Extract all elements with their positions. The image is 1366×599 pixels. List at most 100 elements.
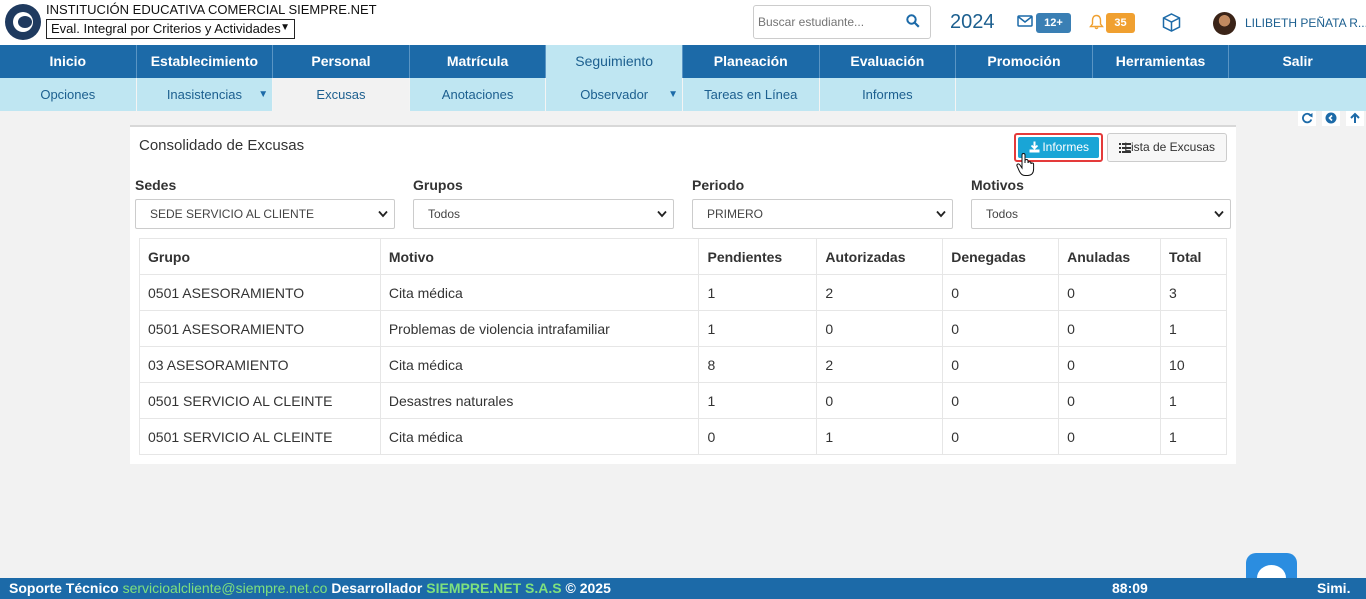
cell-motivo: Problemas de violencia intrafamiliar [379, 310, 700, 347]
excusas-table: Grupo Motivo Pendientes Autorizadas Dene… [139, 238, 1227, 455]
table-row: 0501 ASESORAMIENTO Problemas de violenci… [139, 310, 1227, 347]
support-email-link[interactable]: servicioalcliente@siempre.net.co [123, 580, 328, 596]
cell-grupo: 0501 ASESORAMIENTO [139, 274, 381, 311]
footer: Soporte Técnico servicioalcliente@siempr… [0, 578, 1366, 599]
refresh-icon[interactable] [1298, 111, 1316, 126]
nav-matricula[interactable]: Matrícula [410, 45, 547, 78]
lista-excusas-button[interactable]: Lista de Excusas [1107, 133, 1227, 162]
hand-cursor-icon [1016, 153, 1035, 176]
cell-grupo: 03 ASESORAMIENTO [139, 346, 381, 383]
search-input[interactable] [754, 6, 894, 38]
cell-autorizadas: 0 [816, 310, 944, 347]
main-nav: Inicio Establecimiento Personal Matrícul… [0, 45, 1366, 78]
sedes-select-value: SEDE SERVICIO AL CLIENTE [150, 207, 315, 221]
table-row: 0501 ASESORAMIENTO Cita médica 1 2 0 0 3 [139, 274, 1227, 311]
motivos-select[interactable]: Todos [971, 199, 1231, 229]
column-header[interactable]: Total [1160, 238, 1227, 275]
cell-grupo: 0501 SERVICIO AL CLEINTE [139, 382, 381, 419]
subnav-tareas-label: Tareas en Línea [704, 87, 798, 102]
subnav-observador[interactable]: Observador ▼ [546, 78, 683, 111]
nav-establecimiento[interactable]: Establecimiento [137, 45, 274, 78]
up-icon[interactable] [1346, 111, 1364, 126]
sub-nav: Opciones Inasistencias ▼ Excusas Anotacio… [0, 78, 1366, 111]
cell-pendientes: 1 [698, 382, 818, 419]
nav-personal[interactable]: Personal [273, 45, 410, 78]
subnav-inasistencias-label: Inasistencias [166, 87, 242, 102]
subnav-anotaciones-label: Anotaciones [441, 87, 514, 102]
subnav-opciones-label: Opciones [40, 87, 96, 102]
nav-inicio[interactable]: Inicio [0, 45, 137, 78]
subnav-opciones[interactable]: Opciones [0, 78, 137, 111]
column-header[interactable]: Grupo [139, 238, 381, 275]
table-row: 0501 SERVICIO AL CLEINTE Cita médica 0 1… [139, 418, 1227, 455]
nav-evaluacion[interactable]: Evaluación [820, 45, 957, 78]
cell-anuladas: 0 [1058, 274, 1162, 311]
nav-herramientas[interactable]: Herramientas [1093, 45, 1230, 78]
nav-salir[interactable]: Salir [1229, 45, 1366, 78]
cell-total: 1 [1160, 310, 1227, 347]
back-icon[interactable] [1322, 111, 1340, 126]
column-header[interactable]: Motivo [379, 238, 700, 275]
institution-name: INSTITUCIÓN EDUCATIVA COMERCIAL SIEMPRE.… [46, 2, 377, 17]
cell-motivo: Cita médica [379, 418, 700, 455]
list-icon [1119, 143, 1131, 153]
cell-total: 1 [1160, 382, 1227, 419]
program-select[interactable]: Eval. Integral por Criterios y Actividad… [46, 19, 295, 39]
subnav-spacer [956, 78, 1366, 111]
developer-label: Desarrollador [331, 580, 423, 596]
column-header[interactable]: Anuladas [1058, 238, 1162, 275]
cell-total: 1 [1160, 418, 1227, 455]
subnav-excusas[interactable]: Excusas [273, 78, 410, 111]
cell-pendientes: 1 [698, 310, 818, 347]
cell-autorizadas: 0 [816, 382, 944, 419]
column-header[interactable]: Denegadas [942, 238, 1060, 275]
subnav-excusas-label: Excusas [316, 87, 366, 102]
grupos-label: Grupos [413, 177, 463, 193]
subnav-informes[interactable]: Informes [820, 78, 957, 111]
chevron-down-icon [378, 210, 388, 218]
session-timer: 88:09 [1112, 580, 1148, 596]
notifications-badge[interactable]: 35 [1106, 13, 1135, 33]
avatar[interactable] [1213, 12, 1236, 35]
periodo-select-value: PRIMERO [707, 207, 764, 221]
chevron-down-icon [657, 210, 667, 218]
column-header[interactable]: Autorizadas [816, 238, 944, 275]
bell-icon[interactable] [1089, 14, 1104, 30]
table-row: 0501 SERVICIO AL CLEINTE Desastres natur… [139, 382, 1227, 419]
mail-badge[interactable]: 12+ [1036, 13, 1071, 33]
cell-grupo: 0501 ASESORAMIENTO [139, 310, 381, 347]
cube-icon[interactable] [1161, 12, 1182, 33]
copyright: © 2025 [565, 580, 611, 596]
lista-excusas-label: Lista de Excusas [1124, 140, 1215, 154]
cell-anuladas: 0 [1058, 418, 1162, 455]
cell-denegadas: 0 [942, 274, 1060, 311]
cell-anuladas: 0 [1058, 346, 1162, 383]
cell-pendientes: 0 [698, 418, 818, 455]
search-icon[interactable] [906, 14, 920, 28]
year-selector[interactable]: 2024 [950, 11, 995, 34]
cell-total: 10 [1160, 346, 1227, 383]
sedes-select[interactable]: SEDE SERVICIO AL CLIENTE [135, 199, 395, 229]
brand-logo: Simi. [1317, 580, 1351, 596]
informes-button-label: Informes [1042, 140, 1089, 154]
caret-down-icon: ▼ [258, 89, 269, 100]
subnav-tareas-en-linea[interactable]: Tareas en Línea [683, 78, 820, 111]
subnav-anotaciones[interactable]: Anotaciones [410, 78, 547, 111]
cell-grupo: 0501 SERVICIO AL CLEINTE [139, 418, 381, 455]
motivos-select-value: Todos [986, 207, 1019, 221]
developer-link[interactable]: SIEMPRE.NET S.A.S [426, 580, 561, 596]
user-name[interactable]: LILIBETH PEÑATA R... [1245, 16, 1366, 30]
subnav-inasistencias[interactable]: Inasistencias ▼ [137, 78, 274, 111]
cell-anuladas: 0 [1058, 310, 1162, 347]
nav-planeacion[interactable]: Planeación [683, 45, 820, 78]
cell-denegadas: 0 [942, 346, 1060, 383]
column-header[interactable]: Pendientes [698, 238, 818, 275]
cell-autorizadas: 1 [816, 418, 944, 455]
grupos-select[interactable]: Todos [413, 199, 674, 229]
nav-promocion[interactable]: Promoción [956, 45, 1093, 78]
table-row: 03 ASESORAMIENTO Cita médica 8 2 0 0 10 [139, 346, 1227, 383]
mail-icon[interactable] [1017, 15, 1033, 27]
cell-anuladas: 0 [1058, 382, 1162, 419]
nav-seguimiento[interactable]: Seguimiento [546, 45, 683, 78]
periodo-select[interactable]: PRIMERO [692, 199, 953, 229]
